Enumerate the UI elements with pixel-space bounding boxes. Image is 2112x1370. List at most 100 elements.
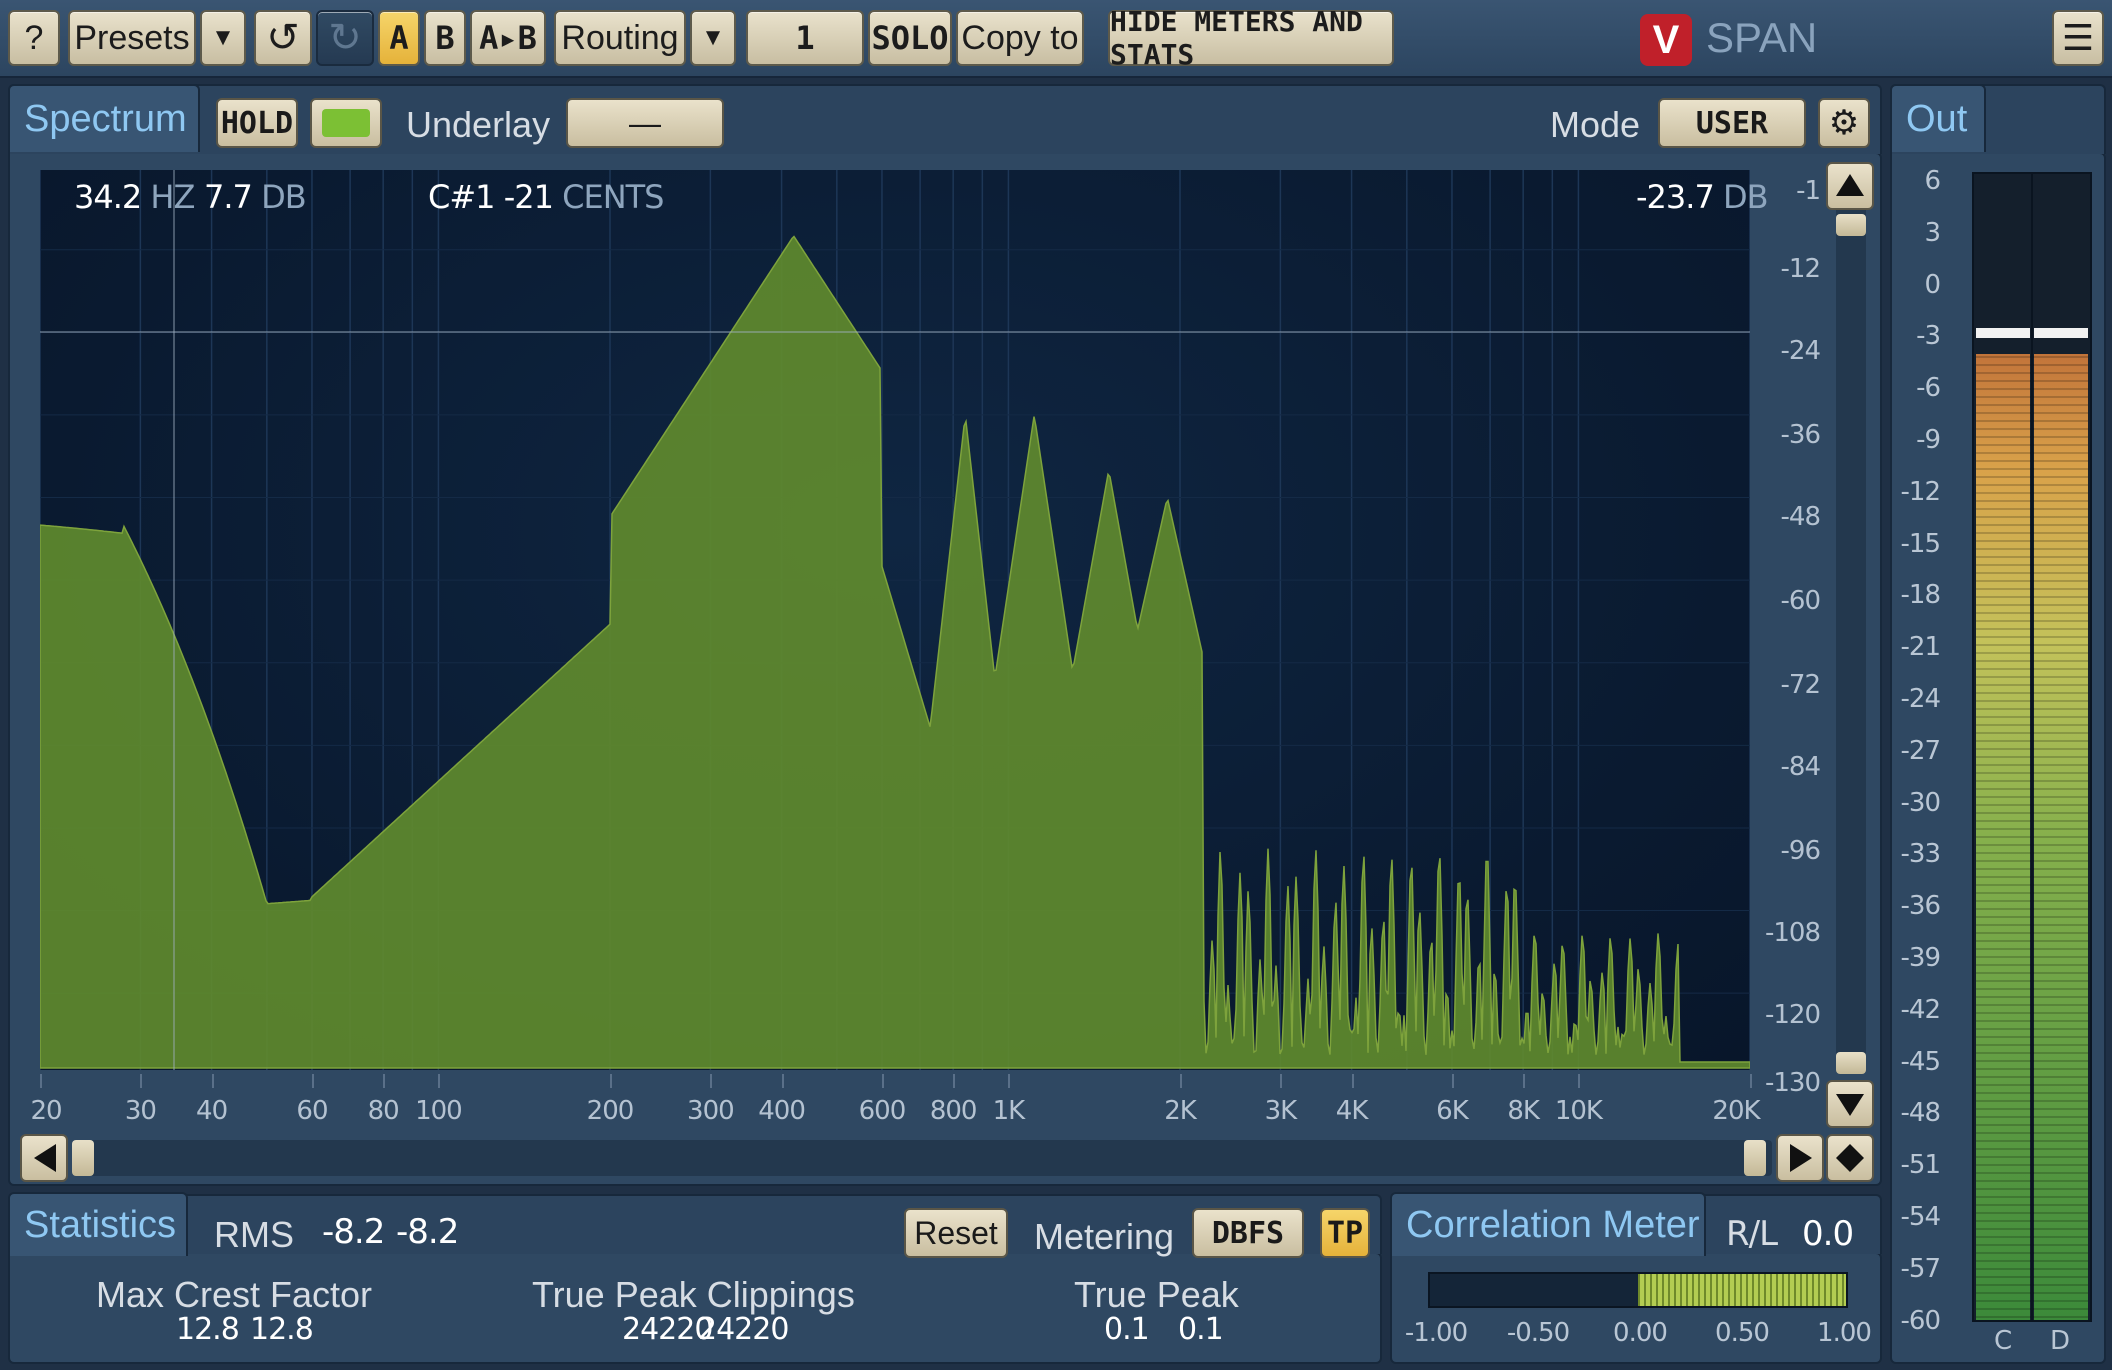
triangle-down-icon (1836, 1094, 1864, 1116)
x-tick-mark (1523, 1074, 1526, 1088)
scroll-left-button[interactable] (20, 1134, 68, 1182)
correlation-tick-label: 1.00 (1817, 1318, 1872, 1348)
metering-selector[interactable]: DBFS (1192, 1208, 1304, 1258)
cursor-db-value: -23.7 (1636, 178, 1715, 216)
correlation-bar (1428, 1272, 1848, 1308)
vertical-scroll-handle-bottom[interactable] (1836, 1052, 1866, 1074)
routing-dropdown-button[interactable]: ▼ (690, 10, 736, 66)
x-tick-mark (1008, 1074, 1011, 1088)
true-peak-toggle[interactable]: TP (1320, 1208, 1370, 1258)
x-tick-mark (710, 1074, 713, 1088)
x-tick-mark (881, 1074, 884, 1088)
tab-out[interactable]: Out (1890, 84, 1986, 152)
crest-factor-label: Max Crest Factor (96, 1274, 373, 1315)
diamond-icon (1836, 1144, 1864, 1172)
presets-button[interactable]: Presets (68, 10, 196, 66)
reset-button[interactable]: Reset (904, 1208, 1008, 1258)
x-tick-mark (140, 1074, 143, 1088)
y-tick-label: -130 (1764, 1068, 1821, 1098)
copy-to-button[interactable]: Copy to (956, 10, 1084, 66)
true-peak-left-value: 0.1 (1104, 1312, 1150, 1347)
hold-button[interactable]: HOLD (216, 98, 298, 148)
x-tick-mark (1750, 1074, 1752, 1088)
rms-label: RMS (214, 1214, 294, 1255)
cursor-level-value: 7.7 (204, 178, 253, 216)
output-meter-tick-label: -51 (1900, 1150, 1941, 1181)
triangle-left-icon (34, 1144, 56, 1172)
true-peak-right-value: 0.1 (1178, 1312, 1224, 1347)
crest-factor-left-value: 12.8 (176, 1312, 240, 1347)
hide-meters-button[interactable]: HIDE METERS AND STATS (1108, 5, 1394, 71)
help-button[interactable]: ? (8, 10, 60, 66)
y-tick-label: -1 (1796, 176, 1821, 206)
x-tick-label: 30 (124, 1096, 157, 1126)
cursor-note-readout: C#1 -21 CENTS (428, 178, 664, 216)
y-tick-label: -12 (1780, 254, 1821, 284)
x-tick-label: 10K (1554, 1096, 1603, 1126)
settings-button[interactable]: ⚙ (1818, 98, 1870, 148)
tab-spectrum[interactable]: Spectrum (8, 84, 200, 152)
reset-zoom-button[interactable] (1826, 1134, 1874, 1182)
y-tick-label: -108 (1764, 918, 1821, 948)
true-peak-toggle-label: TP (1326, 1215, 1364, 1251)
x-tick-mark (1578, 1074, 1581, 1088)
reset-label: Reset (914, 1214, 998, 1251)
output-meter-tick-label: -15 (1900, 528, 1941, 559)
undo-button[interactable]: ↺ (254, 10, 312, 66)
output-meter-tick-label: 6 (1924, 166, 1941, 196)
spectrum-plot[interactable] (39, 170, 1751, 1070)
help-label: ? (24, 18, 44, 57)
scroll-down-button[interactable] (1826, 1080, 1874, 1128)
output-meter-tick-label: -24 (1900, 684, 1941, 714)
presets-dropdown-button[interactable]: ▼ (200, 10, 246, 66)
channel-selector[interactable]: 1 (746, 10, 864, 66)
correlation-tick-label: -1.00 (1404, 1318, 1468, 1348)
y-tick-label: -84 (1780, 752, 1821, 782)
y-tick-label: -60 (1780, 586, 1821, 616)
output-meter-tick-label: -3 (1916, 321, 1941, 352)
x-tick-mark (953, 1074, 956, 1088)
routing-button[interactable]: Routing (554, 10, 686, 66)
menu-button[interactable]: ☰ (2052, 10, 2104, 66)
hide-meters-label: HIDE METERS AND STATS (1110, 5, 1363, 71)
correlation-tick-label: -0.50 (1506, 1318, 1570, 1348)
tab-correlation-meter[interactable]: Correlation Meter (1390, 1192, 1706, 1256)
horizontal-scroll-handle-right[interactable] (1744, 1140, 1766, 1176)
chevron-down-icon: ▼ (211, 24, 235, 51)
vertical-scrollbar[interactable] (1836, 174, 1866, 1074)
scroll-right-button[interactable] (1776, 1134, 1824, 1182)
x-tick-label: 3K (1264, 1096, 1298, 1126)
output-meter-tick-label: -30 (1900, 787, 1941, 818)
x-tick-label: 60 (296, 1096, 328, 1126)
channel-label: 1 (795, 19, 815, 57)
x-tick-label: 200 (586, 1096, 635, 1126)
cursor-frequency-readout: 34.2 HZ (74, 178, 195, 216)
output-meter-tick-label: -33 (1900, 839, 1941, 870)
cursor-cents-unit: CENTS (562, 178, 664, 216)
horizontal-scroll-handle-left[interactable] (72, 1140, 94, 1176)
vertical-scroll-handle-top[interactable] (1836, 214, 1866, 236)
x-tick-label: 8K (1507, 1096, 1540, 1126)
spectrum-color-swatch[interactable] (310, 98, 382, 148)
horizontal-scrollbar[interactable] (72, 1140, 1772, 1176)
y-tick-label: -24 (1780, 336, 1821, 366)
cursor-note-value: C#1 (428, 178, 496, 216)
x-tick-label: 1K (992, 1096, 1026, 1126)
output-meter-tick-label: -21 (1900, 632, 1941, 663)
x-tick-label: 2K (1164, 1096, 1197, 1126)
solo-button[interactable]: SOLO (868, 10, 952, 66)
redo-button[interactable]: ↻ (316, 10, 374, 66)
spectrum-graph (39, 170, 1751, 1070)
preset-a-button[interactable]: A (378, 10, 420, 66)
copy-a-to-b-button[interactable]: A▸B (470, 10, 546, 66)
underlay-selector[interactable]: — (566, 98, 724, 148)
tab-statistics[interactable]: Statistics (8, 1192, 188, 1256)
x-tick-mark (40, 1074, 42, 1088)
preset-b-button[interactable]: B (424, 10, 466, 66)
output-meter (1972, 172, 2092, 1322)
scroll-up-button[interactable] (1826, 162, 1874, 210)
redo-icon: ↻ (328, 16, 362, 60)
x-tick-label: 400 (758, 1096, 806, 1126)
x-tick-label: 800 (929, 1096, 978, 1126)
cursor-level-readout: 7.7 DB (204, 178, 307, 216)
